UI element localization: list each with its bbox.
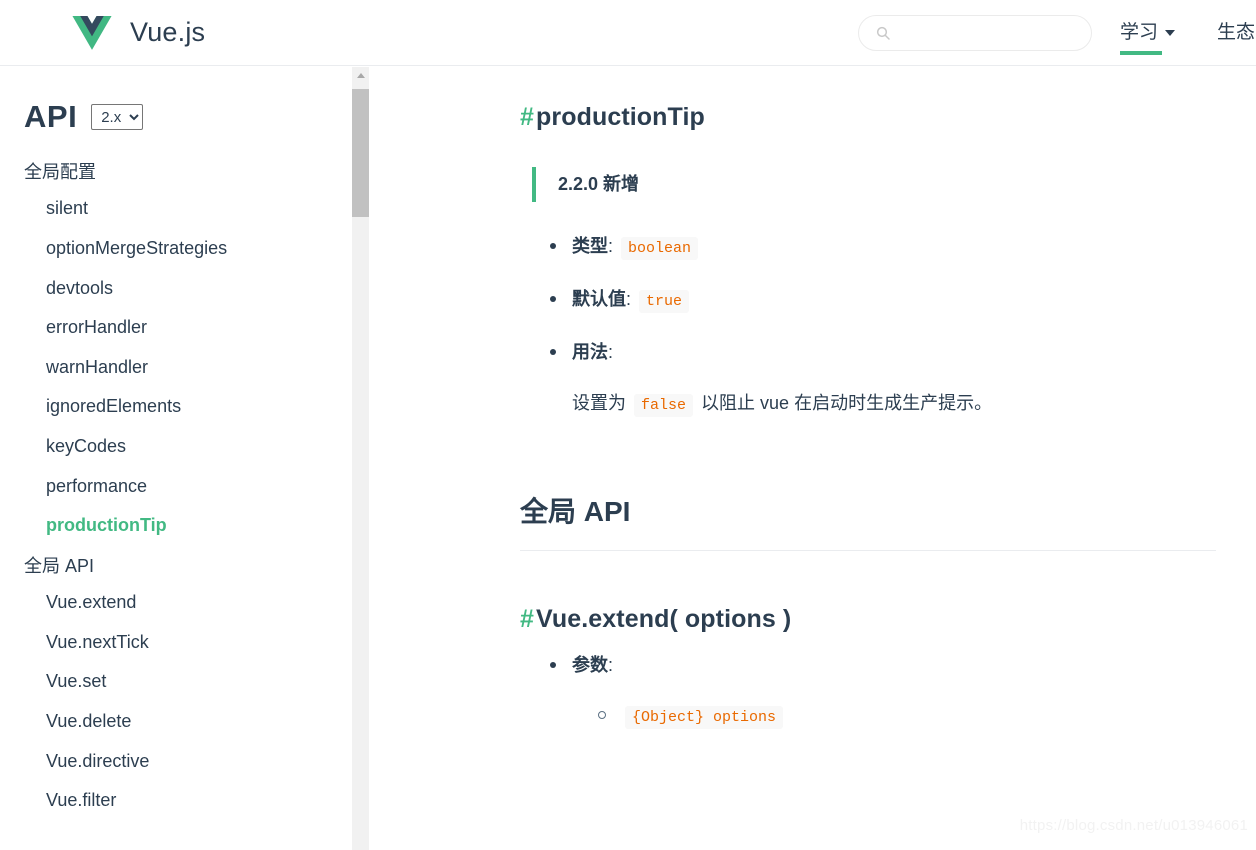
nav-item-ecosystem-label: 生态系 <box>1216 21 1256 43</box>
code-false: false <box>634 393 694 417</box>
nav-item-learn[interactable]: 学习 <box>1119 21 1175 56</box>
chevron-down-icon <box>1164 29 1175 36</box>
sidebar-inner: API 2.x 全局配置 silent optionMergeStrategie… <box>0 67 352 812</box>
list-item-params-colon: : <box>608 654 614 675</box>
sidebar-scrollbar[interactable] <box>352 67 369 850</box>
sidebar-item-warnhandler[interactable]: warnHandler <box>0 357 352 379</box>
code-true: true <box>639 289 690 313</box>
code-object-options: {Object} options <box>625 706 784 730</box>
list-item-type-colon: : <box>608 235 614 256</box>
sidebar-item-productiontip[interactable]: productionTip <box>0 515 352 537</box>
list-item-usage: 用法: 设置为 false 以阻止 vue 在启动时生成生产提示。 <box>550 338 1216 418</box>
sidebar-item-vue-filter[interactable]: Vue.filter <box>0 790 352 812</box>
sidebar-item-devtools[interactable]: devtools <box>0 278 352 300</box>
scrollbar-thumb[interactable] <box>352 89 369 217</box>
sidebar-item-vue-delete[interactable]: Vue.delete <box>0 711 352 733</box>
sidebar-item-errorhandler[interactable]: errorHandler <box>0 317 352 339</box>
nav-item-ecosystem[interactable]: 生态系 <box>1217 22 1256 45</box>
heading-productiontip-label: productionTip <box>536 103 705 131</box>
heading-vue-extend: #Vue.extend( options ) <box>520 603 1216 637</box>
list-item-params: 参数: {Object} options <box>550 651 1216 731</box>
tip-block: 2.2.0 新增 <box>532 166 1216 202</box>
sidebar-item-vue-extend[interactable]: Vue.extend <box>0 592 352 614</box>
sidebar-item-ignoredelements[interactable]: ignoredElements <box>0 396 352 418</box>
anchor-hash-icon-2[interactable]: # <box>520 605 534 633</box>
sidebar-item-vue-set[interactable]: Vue.set <box>0 671 352 693</box>
brand-title: Vue.js <box>130 17 206 47</box>
content-inner: #productionTip 2.2.0 新增 类型: boolean 默认值:… <box>370 101 1256 730</box>
heading-vue-extend-label: Vue.extend( options ) <box>536 604 792 633</box>
list-item-usage-colon: : <box>608 341 614 362</box>
list-item-default-colon: : <box>626 288 632 309</box>
sidebar-group-list-global-api: Vue.extend Vue.nextTick Vue.set Vue.dele… <box>0 592 352 812</box>
productiontip-detail-list: 类型: boolean 默认值: true 用法: 设置为 false 以阻止 … <box>520 232 1216 418</box>
sidebar-item-performance[interactable]: performance <box>0 476 352 498</box>
sidebar-item-vue-directive[interactable]: Vue.directive <box>0 751 352 773</box>
page-root: Vue.js 学习 生态系 <box>0 0 1256 850</box>
usage-paragraph: 设置为 false 以阻止 vue 在启动时生成生产提示。 <box>572 389 1216 418</box>
vue-logo-icon <box>72 15 112 50</box>
version-select[interactable]: 2.x <box>91 104 144 130</box>
nav-links: 学习 生态系 <box>1119 21 1256 56</box>
sidebar-item-silent[interactable]: silent <box>0 198 352 220</box>
params-sublist: {Object} options <box>572 701 1216 730</box>
sidebar: API 2.x 全局配置 silent optionMergeStrategie… <box>0 67 352 850</box>
anchor-hash-icon[interactable]: # <box>520 103 534 131</box>
navbar: Vue.js 学习 生态系 <box>0 0 1256 66</box>
list-item-param-options: {Object} options <box>598 701 1216 730</box>
main-content: #productionTip 2.2.0 新增 类型: boolean 默认值:… <box>370 67 1256 850</box>
list-item-usage-label: 用法 <box>572 341 608 362</box>
search-icon <box>876 26 890 40</box>
usage-text-after: 以阻止 vue 在启动时生成生产提示。 <box>701 392 993 413</box>
sidebar-title: API <box>24 99 78 134</box>
search-box[interactable] <box>857 15 1092 51</box>
list-item-type: 类型: boolean <box>550 232 1216 261</box>
sidebar-item-optionmergestrategies[interactable]: optionMergeStrategies <box>0 238 352 260</box>
code-boolean: boolean <box>621 236 699 260</box>
vue-extend-detail-list: 参数: {Object} options <box>520 651 1216 731</box>
scrollbar-up-button[interactable] <box>352 67 369 84</box>
tip-text: 2.2.0 新增 <box>558 173 640 194</box>
list-item-params-label: 参数 <box>572 654 608 675</box>
list-item-type-label: 类型 <box>572 235 608 256</box>
sidebar-group-title-global-api: 全局 API <box>24 555 95 576</box>
sidebar-group-list-global-config: silent optionMergeStrategies devtools er… <box>0 198 352 536</box>
sidebar-divider <box>369 67 370 850</box>
brand[interactable]: Vue.js <box>72 15 206 50</box>
search-input[interactable] <box>858 25 1091 41</box>
chevron-up-icon <box>356 73 365 78</box>
navbar-right: 学习 生态系 <box>857 0 1256 66</box>
sidebar-group-title-global-config: 全局配置 <box>24 162 96 182</box>
heading-productiontip: #productionTip <box>520 101 1216 135</box>
list-item-default: 默认值: true <box>550 285 1216 314</box>
sidebar-item-keycodes[interactable]: keyCodes <box>0 436 352 458</box>
list-item-default-label: 默认值 <box>572 288 626 309</box>
sidebar-item-vue-nexttick[interactable]: Vue.nextTick <box>0 632 352 654</box>
usage-text-before: 设置为 <box>572 392 626 413</box>
nav-item-learn-label: 学习 <box>1119 21 1158 43</box>
section-heading-global-api: 全局 API <box>520 494 1216 551</box>
sidebar-header: API 2.x <box>0 99 352 135</box>
section-heading-global-api-label: 全局 API <box>520 495 631 527</box>
